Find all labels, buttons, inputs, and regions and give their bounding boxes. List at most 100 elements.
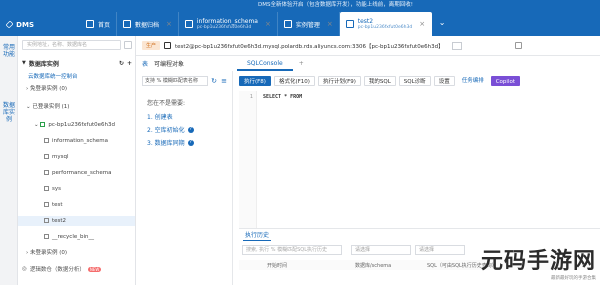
sql-diagnose-button[interactable]: SQL诊断: [398, 76, 431, 86]
line-gutter: 1: [239, 91, 257, 228]
copy-icon[interactable]: [515, 42, 522, 49]
bottom-label: 逻辑数仓（数据分析）: [29, 267, 85, 273]
instance-sidebar: 实例地址，名称、数据库名 ▼ 数据库实例 ↻ + 云数据库统一控制台 › 免登录…: [18, 36, 136, 285]
sql-editor[interactable]: 1 SELECT * FROM: [239, 91, 600, 228]
tab-sublabel: pc-bp1u236fxfut0e6h3d: [357, 24, 413, 30]
task-orchestration-link[interactable]: 任务编排: [458, 76, 488, 86]
rail-common-functions[interactable]: 常用功能: [3, 44, 15, 58]
explain-button[interactable]: 执行计划(F9): [317, 76, 361, 86]
table-search-row: 支持 % 模糊匹配表名称 ↻ ≡: [142, 76, 228, 86]
settings-button[interactable]: 设置: [433, 76, 455, 86]
tab-test2[interactable]: test2 pc-bp1u236fxfut0e6h3d ×: [339, 12, 433, 36]
refresh-icon[interactable]: ↻: [119, 60, 124, 67]
database-icon: [44, 170, 49, 175]
add-tab-icon[interactable]: +: [293, 57, 310, 71]
object-tabs: 表 可编程对象: [138, 57, 231, 69]
tree-group-not-logged[interactable]: › 未登录实例 (0): [26, 248, 67, 258]
table-filter-input[interactable]: 支持 % 模糊匹配表名称: [142, 76, 208, 86]
env-badge: 生产: [142, 41, 161, 50]
column-header: 数据库/schema: [355, 263, 392, 269]
tree-label: test: [52, 202, 63, 208]
code-line[interactable]: SELECT * FROM: [263, 94, 302, 100]
tree-db[interactable]: performance_schema: [44, 168, 111, 178]
tree-label: 已登录实例 (1): [32, 104, 70, 110]
logic-warehouse-link[interactable]: ◎ 逻辑数仓（数据分析） NEW: [22, 265, 102, 273]
connection-bar: 生产 test2@pc-bp1u236fxfut0e6h3d.mysql.pol…: [136, 36, 600, 56]
tab-home[interactable]: 首页: [80, 12, 118, 36]
tree-db[interactable]: mysql: [44, 152, 69, 162]
dms-logo-icon: [5, 20, 14, 29]
tree-instance[interactable]: ⌄ pc-bp1u236fxfut0e6h3d: [34, 120, 115, 130]
tree-group-no-login[interactable]: › 免登录实例 (0): [26, 84, 67, 94]
sql-tabs: SQLConsole +: [237, 57, 600, 71]
left-rail: 常用功能 数据库实例: [0, 36, 18, 285]
tree-label: 未登录实例 (0): [29, 250, 67, 256]
instance-search-input[interactable]: 实例地址，名称、数据库名: [22, 40, 121, 50]
step-init-db[interactable]: 2. 空库初始化 ?: [147, 125, 194, 134]
tree-db[interactable]: sys: [44, 184, 61, 194]
tree-label: sys: [52, 186, 61, 192]
help-icon[interactable]: ?: [187, 126, 194, 133]
refresh-icon[interactable]: ↻: [210, 77, 218, 85]
tab-label: 实例管理: [295, 21, 320, 29]
tree-label: 免登录实例 (0): [29, 86, 67, 92]
connection-icon: [164, 42, 172, 49]
tabs-dropdown-icon[interactable]: ⌄: [436, 18, 448, 30]
close-icon[interactable]: ×: [419, 20, 425, 28]
database-icon: [44, 138, 49, 143]
step-create-table[interactable]: 1. 创建表: [147, 112, 173, 121]
close-icon[interactable]: ×: [265, 20, 271, 28]
conn-right-icons: [515, 42, 522, 49]
copilot-button[interactable]: Copilot: [490, 76, 520, 86]
top-bar: DMS全新体验开启（包含数据库开发），功能上线前，离期回收! DMS 首页 數据…: [0, 0, 600, 36]
add-icon[interactable]: +: [127, 60, 132, 67]
tree-db-selected[interactable]: test2: [18, 216, 135, 226]
tree-link-console[interactable]: 云数据库统一控制台: [28, 72, 78, 82]
database-icon: [44, 234, 49, 239]
tree-db[interactable]: __recycle_bin__: [44, 232, 94, 242]
notice-text: DMS全新体验开启（包含数据库开发），功能上线前，离期回收!: [258, 2, 413, 8]
tree-label: performance_schema: [52, 170, 112, 176]
tab-tables[interactable]: 表: [142, 59, 148, 68]
section-header[interactable]: ▼ 数据库实例 ↻ +: [22, 58, 132, 68]
tree-group-logged-in[interactable]: ⌄ 已登录实例 (1): [26, 102, 69, 112]
close-icon[interactable]: ×: [166, 20, 172, 28]
tree-db[interactable]: information_schema: [44, 136, 108, 146]
object-panel: 支持 % 模糊匹配表名称 ↻ ≡ 您在不是需要: 1. 创建表 2. 空库初始化…: [138, 71, 233, 285]
instance-icon: [283, 20, 292, 28]
connection-string[interactable]: test2@pc-bp1u236fxfut0e6h3d.mysql.polard…: [175, 42, 444, 50]
watermark-title: 元码手游网: [480, 248, 596, 274]
tab-data-archive[interactable]: 數据归档 ×: [117, 12, 179, 36]
tab-programmable[interactable]: 可编程对象: [154, 59, 184, 68]
database-icon: [345, 20, 354, 28]
tree-label: mysql: [52, 154, 69, 160]
tab-execution-history[interactable]: 执行历史: [243, 230, 272, 241]
filter-icon[interactable]: [124, 41, 132, 49]
rail-db-instances[interactable]: 数据库实例: [3, 102, 15, 123]
warehouse-icon: ◎: [22, 266, 27, 272]
history-filter-select[interactable]: 请选择: [415, 245, 465, 255]
tab-sqlconsole[interactable]: SQLConsole: [237, 57, 293, 71]
database-icon: [184, 20, 193, 28]
step-sync-db[interactable]: 3. 数据库同期 ?: [147, 138, 194, 147]
tree-db[interactable]: test: [44, 200, 63, 210]
switch-db-icon[interactable]: [451, 41, 462, 50]
archive-icon: [123, 20, 132, 28]
my-sql-button[interactable]: 我的SQL: [363, 76, 396, 86]
app-logo[interactable]: DMS: [5, 17, 34, 32]
execute-button[interactable]: 执行(F8): [239, 76, 271, 86]
history-filter-select[interactable]: 请选择: [351, 245, 411, 255]
database-icon: [44, 202, 49, 207]
sql-toolbar: 执行(F8) 格式化(F10) 执行计划(F9) 我的SQL SQL诊断 设置 …: [239, 74, 600, 88]
menu-icon[interactable]: ≡: [220, 77, 228, 85]
empty-state-title: 您在不是需要:: [147, 100, 186, 107]
help-icon[interactable]: ?: [187, 139, 194, 146]
tab-label: 數据归档: [135, 21, 160, 29]
home-icon: [86, 20, 94, 28]
tab-information-schema[interactable]: information_schema pc-bp1u236fxfut0e6h3d…: [179, 12, 278, 36]
close-icon[interactable]: ×: [327, 20, 333, 28]
history-search-input[interactable]: 搜索, 执行 % 模糊匹配SQL执行历史: [242, 245, 342, 255]
format-button[interactable]: 格式化(F10): [273, 76, 315, 86]
tab-instance-management[interactable]: 实例管理 ×: [278, 12, 340, 36]
caret-down-icon: ▼: [22, 60, 26, 66]
